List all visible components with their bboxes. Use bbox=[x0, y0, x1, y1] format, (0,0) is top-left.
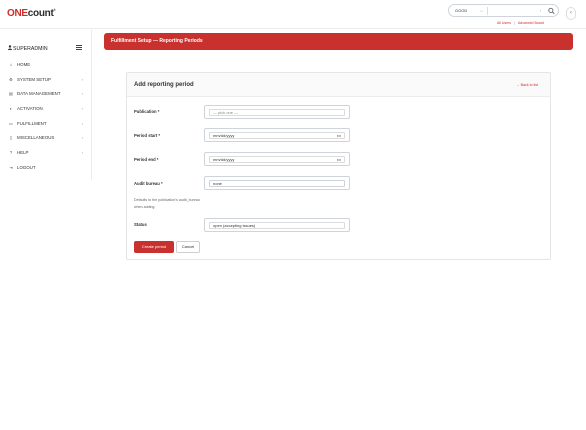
sidebar-item-logout[interactable]: ⇥ LOGOUT bbox=[8, 165, 86, 180]
audit-bureau-box: none bbox=[209, 180, 345, 187]
sidebar-item-miscellaneous[interactable]: ▯ MISCELLANEOUS › bbox=[8, 135, 86, 150]
database-icon: ▤ bbox=[9, 91, 13, 97]
publication-select[interactable]: — pick one — bbox=[204, 105, 350, 119]
sidebar-item-home[interactable]: ⌂ HOME bbox=[8, 62, 86, 77]
search-shortcut-hint: / bbox=[540, 8, 542, 13]
search-icon[interactable] bbox=[547, 7, 556, 15]
link-separator: | bbox=[514, 21, 515, 25]
sidebar-item-label: MISCELLANEOUS bbox=[17, 135, 55, 141]
chevron-right-icon: › bbox=[81, 76, 83, 82]
sidebar-item-label: SYSTEM SETUP bbox=[17, 76, 51, 82]
period-end-value: mm/dd/yyyy bbox=[213, 157, 235, 162]
chevron-right-icon: › bbox=[81, 150, 83, 156]
period-start-date-input[interactable]: mm/dd/yyyy ▭ bbox=[204, 128, 350, 142]
period-end-box: mm/dd/yyyy ▭ bbox=[209, 156, 345, 163]
cancel-button[interactable]: Cancel bbox=[176, 241, 200, 253]
back-to-list-link[interactable]: ← Back to list bbox=[516, 83, 538, 87]
all-users-link[interactable]: All Users bbox=[497, 21, 511, 25]
sidebar-item-label: LOGOUT bbox=[17, 164, 36, 170]
sidebar: SUPERADMIN ⌂ HOME ⚙ SYSTEM SETUP › ▤ DAT… bbox=[0, 30, 92, 180]
home-icon: ⌂ bbox=[9, 62, 13, 67]
sidebar-user-label: SUPERADMIN bbox=[13, 46, 48, 52]
search-scope-select[interactable]: GOOD ⌵ bbox=[452, 7, 485, 15]
publication-placeholder: — pick one — bbox=[213, 110, 239, 115]
status-select[interactable]: open (accepting issues) bbox=[204, 218, 350, 232]
sidebar-item-help[interactable]: ? HELP › bbox=[8, 150, 86, 165]
status-label: Status bbox=[134, 222, 147, 227]
status-value: open (accepting issues) bbox=[213, 223, 256, 228]
chevron-right-icon: › bbox=[81, 91, 83, 97]
chevron-down-icon: ⌵ bbox=[479, 8, 483, 13]
sidebar-user: SUPERADMIN bbox=[8, 45, 48, 52]
brand-logo-one: ONE bbox=[7, 8, 28, 19]
top-bar: ONEcount® GOOD ⌵ / All Users | Advanced Bo… bbox=[0, 0, 586, 29]
page-title: Fulfillment Setup — Reporting Periods bbox=[111, 38, 203, 44]
audit-bureau-help-text: Defaults to the publication's audit_bure… bbox=[134, 198, 200, 209]
search-scope-value: GOOD bbox=[455, 8, 468, 13]
sidebar-item-label: HOME bbox=[17, 62, 31, 67]
sidebar-item-label: FULFILLMENT bbox=[17, 120, 47, 126]
create-period-button[interactable]: Create period bbox=[134, 241, 174, 253]
brand-logo[interactable]: ONEcount® bbox=[7, 8, 56, 19]
hamburger-menu-icon[interactable] bbox=[76, 45, 82, 50]
period-end-label: Period end * bbox=[134, 157, 159, 162]
calendar-icon[interactable]: ▭ bbox=[337, 133, 341, 138]
reporting-period-form-card: Add reporting period ← Back to list Publ… bbox=[126, 72, 551, 260]
file-icon: ▯ bbox=[9, 135, 13, 141]
chevron-right-icon: › bbox=[81, 120, 83, 126]
status-select-box: open (accepting issues) bbox=[209, 222, 345, 229]
audit-bureau-input[interactable]: none bbox=[204, 176, 350, 190]
sidebar-item-label: DATA MANAGEMENT bbox=[17, 91, 61, 97]
publication-select-box: — pick one — bbox=[209, 109, 345, 116]
calendar-icon[interactable]: ▭ bbox=[337, 157, 341, 162]
chevron-right-icon: › bbox=[81, 135, 83, 141]
chevron-left-icon: ‹ bbox=[570, 10, 572, 16]
sidebar-item-activation[interactable]: ◐ ACTIVATION › bbox=[8, 106, 86, 121]
chevron-right-icon: › bbox=[81, 106, 83, 112]
search-divider bbox=[487, 7, 488, 15]
advanced-board-link[interactable]: Advanced Board bbox=[518, 21, 544, 25]
top-links: All Users | Advanced Board bbox=[497, 21, 544, 25]
audit-bureau-label: Audit bureau * bbox=[134, 181, 163, 186]
help-icon: ? bbox=[9, 150, 13, 156]
toggle-icon: ◐ bbox=[9, 106, 13, 112]
publication-label: Publication * bbox=[134, 109, 160, 114]
form-title: Add reporting period bbox=[134, 82, 194, 88]
global-search: GOOD ⌵ / bbox=[448, 4, 559, 17]
sidebar-item-label: HELP bbox=[17, 150, 29, 156]
brand-logo-reg: ® bbox=[53, 8, 56, 12]
period-end-date-input[interactable]: mm/dd/yyyy ▭ bbox=[204, 152, 350, 166]
search-input[interactable] bbox=[491, 7, 539, 15]
audit-bureau-value: none bbox=[213, 181, 222, 186]
page-header: Fulfillment Setup — Reporting Periods bbox=[104, 33, 573, 50]
truck-icon: ▭ bbox=[9, 120, 13, 126]
sidebar-item-data-management[interactable]: ▤ DATA MANAGEMENT › bbox=[8, 91, 86, 106]
sidebar-item-label: ACTIVATION bbox=[17, 106, 43, 112]
sidebar-item-fulfillment[interactable]: ▭ FULFILLMENT › bbox=[8, 121, 86, 136]
logout-icon: ⇥ bbox=[9, 164, 13, 170]
sidebar-item-system-setup[interactable]: ⚙ SYSTEM SETUP › bbox=[8, 77, 86, 92]
period-start-value: mm/dd/yyyy bbox=[213, 133, 235, 138]
sidebar-nav: ⌂ HOME ⚙ SYSTEM SETUP › ▤ DATA MANAGEMEN… bbox=[8, 62, 86, 180]
card-header: Add reporting period ← Back to list bbox=[127, 73, 550, 97]
collapse-panel-button[interactable]: ‹ bbox=[566, 7, 576, 20]
brand-logo-count: count bbox=[27, 8, 54, 19]
period-start-label: Period start * bbox=[134, 133, 161, 138]
gear-icon: ⚙ bbox=[9, 76, 13, 82]
period-start-box: mm/dd/yyyy ▭ bbox=[209, 132, 345, 139]
